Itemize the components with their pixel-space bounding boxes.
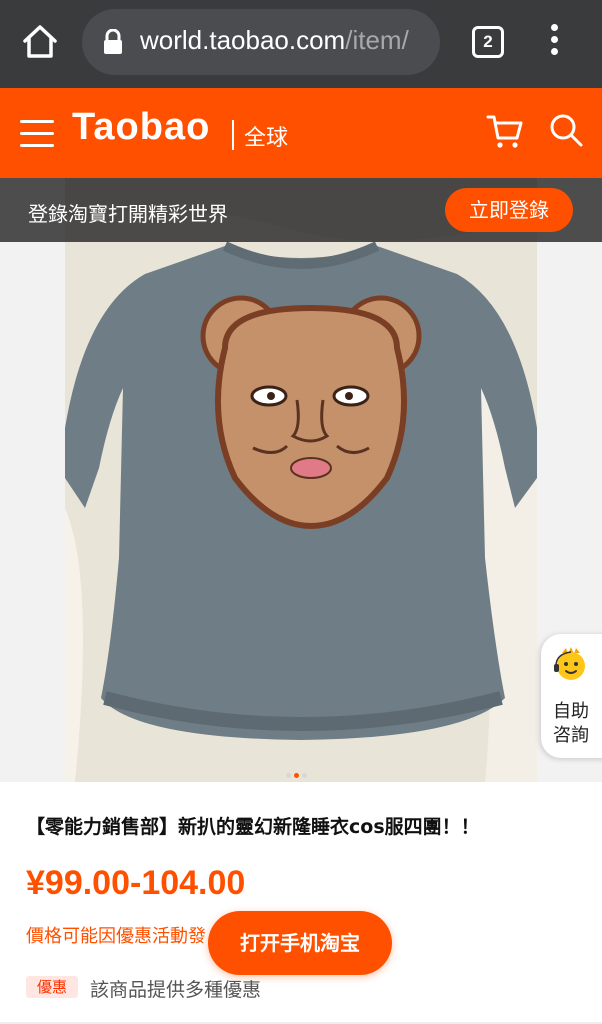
support-mascot-icon [553,646,589,682]
cart-icon[interactable] [486,112,524,150]
support-label: 自助 咨詢 [553,701,589,746]
price-note: 價格可能因優惠活動發 [26,926,206,947]
login-banner-text: 登錄淘寶打開精彩世界 [28,202,228,226]
tab-switcher-icon[interactable]: 2 [472,26,504,58]
login-now-button[interactable]: 立即登錄 [445,188,573,232]
promo-text[interactable]: 該商品提供多種優惠 [90,975,261,1002]
product-title: 【零能力銷售部】新扒的靈幻新隆睡衣cos服四團！！ [26,816,480,838]
address-bar[interactable]: world.taobao.com/item/ [82,9,440,75]
search-icon[interactable] [548,112,584,148]
product-image[interactable] [0,178,602,782]
brand-sub-label: 全球 [244,126,289,151]
home-icon[interactable] [20,22,60,62]
product-price: ¥99.00-104.00 [26,864,246,902]
image-carousel-indicator [286,763,316,778]
product-photo-canvas [65,178,537,782]
url-path: /item/ [345,25,409,55]
browser-toolbar: world.taobao.com/item/ 2 [0,0,602,88]
hamburger-icon[interactable] [20,120,54,148]
overflow-menu-icon[interactable] [544,24,564,60]
brand-divider [232,120,234,150]
self-help-support-button[interactable]: 自助 咨詢 [541,634,602,758]
url-text: world.taobao.com/item/ [140,25,432,56]
lock-icon [102,28,124,55]
brand-logo[interactable]: Taobao [72,106,210,149]
open-taobao-app-button[interactable]: 打开手机淘宝 [208,911,392,975]
login-banner: 登錄淘寶打開精彩世界 立即登錄 [0,178,602,242]
url-host: world.taobao.com [140,25,346,55]
taobao-header: Taobao 全球 [0,88,602,178]
promo-badge: 優惠 [26,976,78,998]
